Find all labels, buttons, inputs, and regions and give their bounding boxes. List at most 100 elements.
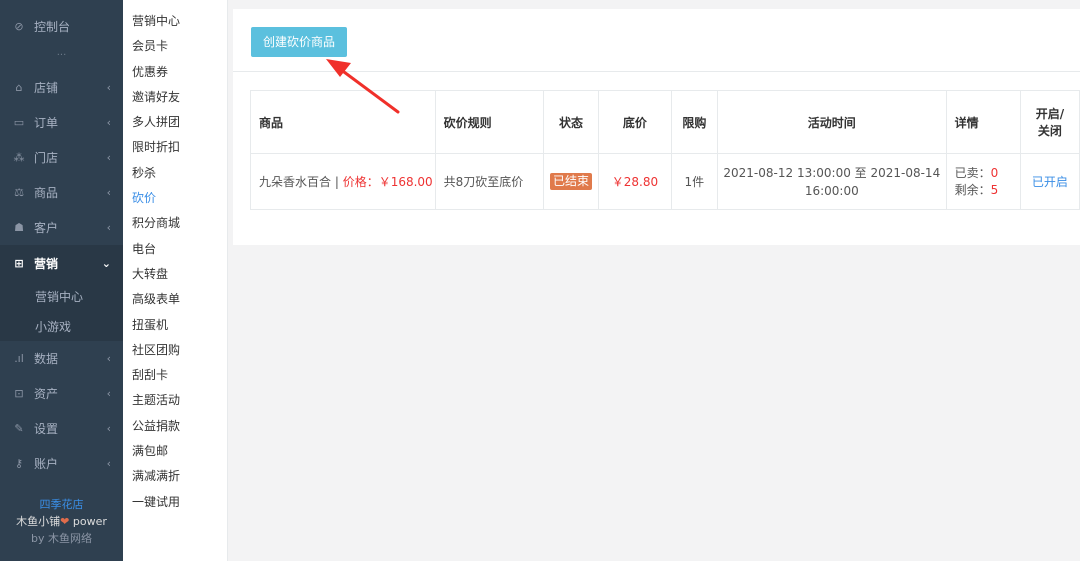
powered-prefix: 木鱼小铺 — [16, 515, 61, 528]
submenu-item[interactable]: 电台 — [123, 237, 227, 262]
col-toggle-line2: 关闭 — [1037, 124, 1062, 138]
chevron-left-icon: ‹ — [106, 186, 111, 199]
chevron-left-icon: ‹ — [106, 457, 111, 470]
asset-icon: ⊡ — [14, 387, 24, 400]
nav-sub-marketing-center[interactable]: 营销中心 — [0, 281, 123, 311]
nav-assets[interactable]: ⊡ 资产 ‹ — [0, 376, 123, 411]
col-goods: 商品 — [250, 90, 436, 154]
submenu-item[interactable]: 秒杀 — [123, 161, 227, 186]
submenu-item[interactable]: 满减满折 — [123, 464, 227, 489]
nav-goods[interactable]: ⚖ 商品 ‹ — [0, 175, 123, 210]
nav-account[interactable]: ⚷ 账户 ‹ — [0, 446, 123, 481]
wrench-icon: ✎ — [14, 422, 24, 435]
chevron-left-icon: ‹ — [106, 151, 111, 164]
submenu-item[interactable]: 刮刮卡 — [123, 363, 227, 388]
shop-name[interactable]: 四季花店 — [0, 496, 123, 513]
submenu-item[interactable]: 多人拼团 — [123, 110, 227, 135]
nav-assets-label: 资产 — [34, 387, 59, 401]
submenu-item[interactable]: 营销中心 — [123, 9, 227, 34]
bargain-table: 商品 砍价规则 状态 底价 限购 活动时间 详情 开启/ 关闭 九朵香水百合 |… — [250, 90, 1080, 210]
nav-dashboard-label: 控制台 — [34, 19, 71, 34]
heart-icon: ❤ — [60, 515, 70, 528]
nav-shop[interactable]: ⌂ 店铺 ‹ — [0, 70, 123, 105]
nav-stores-label: 门店 — [34, 151, 59, 165]
cell-limit: 1件 — [670, 153, 719, 210]
submenu-item[interactable]: 砍价 — [123, 186, 227, 211]
toggle-link[interactable]: 已开启 — [1032, 175, 1068, 189]
chevron-left-icon: ‹ — [106, 422, 111, 435]
submenu-item[interactable]: 扭蛋机 — [123, 313, 227, 338]
chevron-left-icon: ‹ — [106, 221, 111, 234]
cell-rule: 共8刀砍至底价 — [434, 153, 544, 210]
remain-value: 5 — [990, 182, 999, 197]
cell-goods: 九朵香水百合 | 价格：￥168.00 — [250, 153, 436, 210]
cell-toggle: 已开启 — [1019, 153, 1080, 210]
marketing-submenu: 营销中心 会员卡 优惠券 邀请好友 多人拼团 限时折扣 秒杀 砍价 积分商城 电台 大转盘 高级表单扭… — [123, 0, 228, 561]
nav-settings[interactable]: ✎ 设置 ‹ — [0, 411, 123, 446]
nav-marketing[interactable]: ⊞ 营销 ⌄ — [0, 245, 123, 281]
gift-icon: ⊞ — [14, 256, 24, 270]
submenu-item[interactable]: 优惠券 — [123, 60, 227, 85]
table-header-row: 商品 砍价规则 状态 底价 限购 活动时间 详情 开启/ 关闭 — [250, 90, 1080, 154]
nav-stores[interactable]: ⁂ 门店 ‹ — [0, 140, 123, 175]
sidebar-footer: 四季花店 木鱼小铺❤ power by 木鱼网络 — [0, 496, 123, 561]
nav-dashboard[interactable]: ⊘ 控制台 — [0, 0, 123, 52]
shop-icon: ⌂ — [15, 81, 23, 94]
col-floor-price: 底价 — [598, 90, 672, 154]
customer-icon: ☗ — [14, 221, 24, 234]
submenu-item[interactable]: 会员卡 — [123, 34, 227, 59]
table-row: 九朵香水百合 | 价格：￥168.00 共8刀砍至底价 已结束 ￥28.80 1… — [250, 153, 1080, 210]
dashboard-icon: ⊘ — [14, 19, 24, 33]
submenu-item[interactable]: 邀请好友 — [123, 85, 227, 110]
nav-shop-label: 店铺 — [34, 81, 59, 95]
powered-suffix: power — [72, 515, 107, 528]
submenu-item[interactable]: 满包邮 — [123, 439, 227, 464]
goods-icon: ⚖ — [14, 186, 24, 199]
sold-label: 已卖： — [954, 165, 991, 180]
submenu-item[interactable]: 积分商城 — [123, 211, 227, 236]
sold-value: 0 — [990, 165, 999, 180]
remain-line: 剩余：5 — [955, 182, 1020, 199]
submenu-item[interactable]: 高级表单 — [123, 287, 227, 312]
col-detail: 详情 — [945, 90, 1021, 154]
time-line1: 2021-08-12 13:00:00 至 2021-08-14 — [723, 165, 941, 180]
sold-line: 已卖：0 — [955, 165, 1020, 182]
nav-data-label: 数据 — [34, 352, 59, 366]
nav-customers[interactable]: ☗ 客户 ‹ — [0, 210, 123, 245]
cell-detail: 已卖：0 剩余：5 — [945, 153, 1021, 210]
powered-by: 木鱼小铺❤ power — [0, 513, 123, 530]
create-bargain-button[interactable]: 创建砍价商品 — [251, 27, 348, 57]
key-icon: ⚷ — [14, 457, 24, 470]
col-toggle-line1: 开启/ — [1035, 107, 1065, 121]
submenu-item[interactable]: 限时折扣 — [123, 135, 227, 160]
cell-time: 2021-08-12 13:00:00 至 2021-08-14 16:00:0… — [717, 153, 947, 210]
col-time: 活动时间 — [717, 90, 947, 154]
chevron-left-icon: ‹ — [106, 116, 111, 129]
submenu-item[interactable]: 一键试用 — [123, 490, 227, 515]
nav-account-label: 账户 — [34, 457, 59, 471]
order-icon: ▭ — [13, 116, 25, 129]
chevron-left-icon: ‹ — [106, 352, 111, 365]
col-limit: 限购 — [670, 90, 719, 154]
nav-data[interactable]: .ıl 数据 ‹ — [0, 341, 123, 376]
submenu-item[interactable]: 社区团购 — [123, 338, 227, 363]
main-sidebar: ⊘ 控制台 ··· ⌂ 店铺 ‹ ▭ 订单 ‹ ⁂ 门店 ‹ ⚖ 商品 ‹ ☗ … — [0, 0, 123, 561]
col-status: 状态 — [542, 90, 600, 154]
nav-sub-mini-games[interactable]: 小游戏 — [0, 311, 123, 341]
collapse-dots: ··· — [56, 50, 67, 61]
col-toggle: 开启/ 关闭 — [1019, 90, 1080, 154]
by-line: by 木鱼网络 — [31, 532, 92, 545]
nav-orders[interactable]: ▭ 订单 ‹ — [0, 105, 123, 140]
nav-orders-label: 订单 — [34, 116, 59, 130]
goods-price: 价格：￥168.00 — [342, 175, 433, 189]
chart-icon: .ıl — [14, 352, 24, 365]
chevron-left-icon: ‹ — [106, 387, 111, 400]
cell-status: 已结束 — [542, 153, 600, 210]
status-badge: 已结束 — [550, 173, 593, 190]
submenu-item[interactable]: 主题活动 — [123, 388, 227, 413]
chevron-left-icon: ‹ — [106, 81, 111, 94]
main-panel: 创建砍价商品 商品 砍价规则 状态 底价 限购 活动时间 详情 开启/ 关闭 九… — [233, 9, 1080, 245]
submenu-item[interactable]: 公益捐款 — [123, 414, 227, 439]
submenu-item[interactable]: 大转盘 — [123, 262, 227, 287]
nav-customers-label: 客户 — [34, 221, 59, 235]
